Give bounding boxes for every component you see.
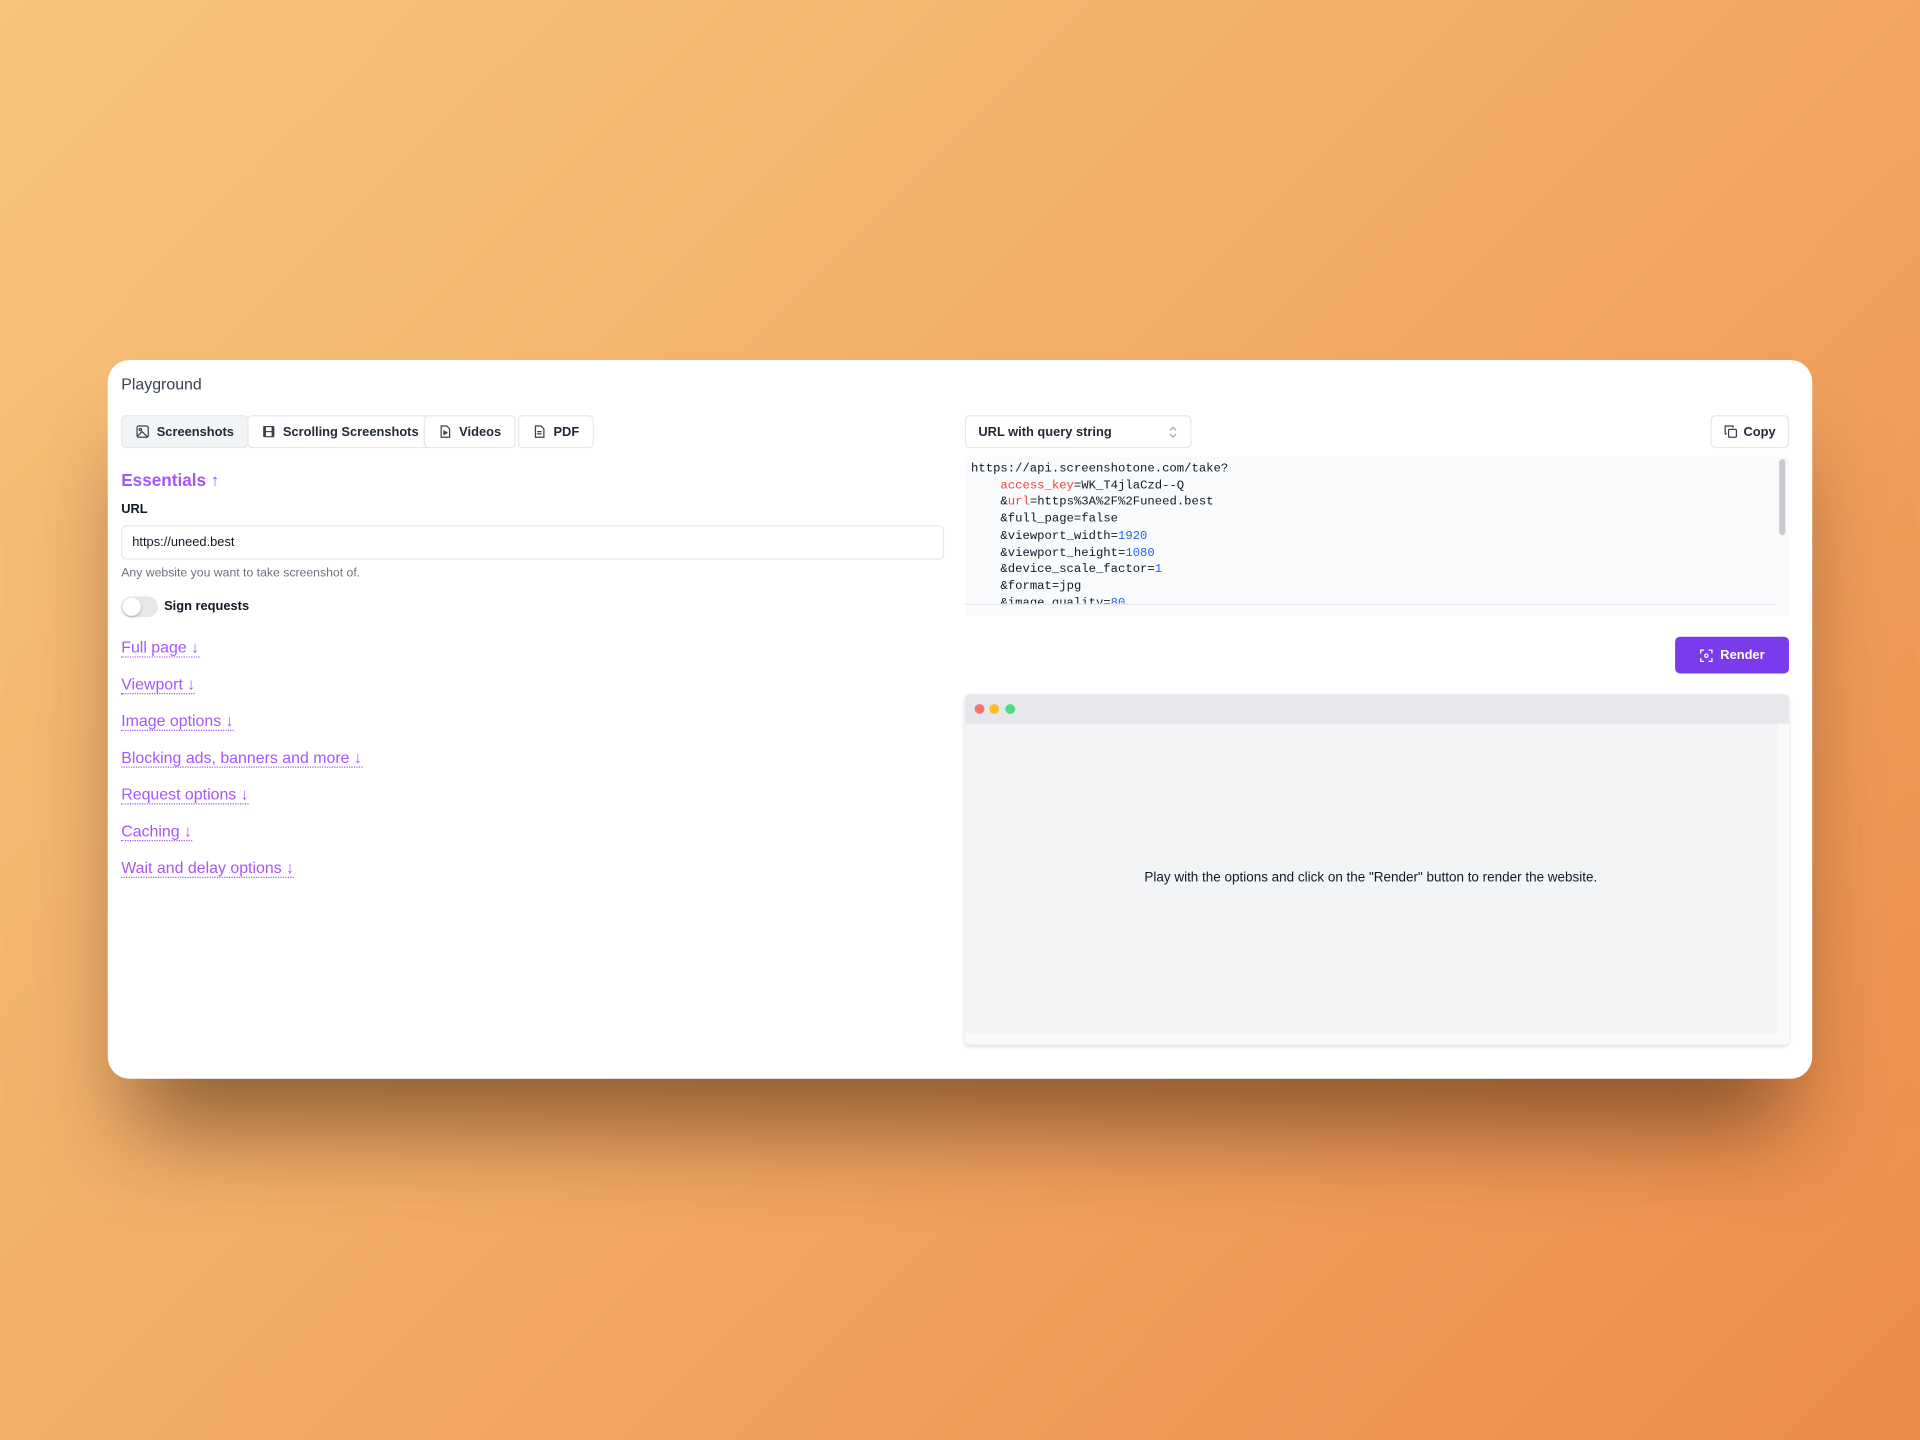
copy-icon: [1724, 425, 1737, 438]
param-value: https%3A%2F%2Funeed.best: [1037, 496, 1214, 510]
close-dot-icon: [974, 704, 985, 714]
param-key: access_key: [1000, 479, 1074, 494]
param-value: 80: [1111, 597, 1126, 604]
minimize-dot-icon: [989, 704, 1000, 714]
section-viewport[interactable]: Viewport ↓: [121, 674, 196, 695]
param-value: WK_T4jlaCzd--Q: [1081, 479, 1185, 494]
film-icon: [263, 426, 275, 438]
toggle-knob: [122, 597, 141, 616]
select-value: URL with query string: [978, 424, 1112, 439]
url-label: URL: [121, 502, 148, 517]
section-image-options[interactable]: Image options ↓: [121, 711, 234, 732]
copy-label: Copy: [1743, 424, 1776, 439]
render-button[interactable]: Render: [1675, 636, 1789, 674]
video-file-icon: [440, 425, 451, 438]
param-key: image_quality: [1008, 597, 1104, 604]
section-blocking[interactable]: Blocking ads, banners and more ↓: [121, 748, 362, 768]
essentials-heading[interactable]: Essentials ↑: [121, 470, 219, 490]
url-help-text: Any website you want to take screenshot …: [121, 566, 361, 581]
param-key: full_page: [1007, 513, 1074, 527]
document-icon: [534, 425, 545, 438]
section-label: Caching ↓: [121, 821, 193, 842]
code-divider: [964, 603, 1777, 605]
preview-scrollbar-horizontal: [964, 1033, 1789, 1045]
tab-label: Screenshots: [156, 424, 234, 439]
render-label: Render: [1720, 647, 1765, 663]
param-value: 1080: [1125, 546, 1155, 561]
section-label: Blocking ads, banners and more ↓: [121, 748, 362, 768]
sign-requests-label: Sign requests: [164, 598, 250, 614]
tab-scrolling-screenshots[interactable]: Scrolling Screenshots: [247, 415, 434, 449]
copy-button[interactable]: Copy: [1710, 415, 1789, 449]
code-base-url: https://api.screenshotone.com/take?: [971, 462, 1229, 477]
param-key: viewport_width: [1007, 529, 1111, 544]
playground-card: Playground Screenshots Scrolling Screens…: [107, 360, 1813, 1079]
param-key: device_scale_factor: [1007, 563, 1148, 578]
section-full-page[interactable]: Full page ↓: [121, 637, 200, 658]
image-icon: [136, 425, 149, 438]
section-request-options[interactable]: Request options ↓: [121, 784, 249, 805]
section-caching[interactable]: Caching ↓: [121, 821, 193, 842]
focus-icon: [1699, 648, 1713, 662]
preview-message: Play with the options and click on the "…: [1144, 870, 1598, 886]
preview-titlebar: [964, 694, 1789, 724]
param-key: url: [1007, 496, 1030, 510]
tab-screenshots[interactable]: Screenshots: [121, 415, 249, 449]
tab-videos[interactable]: Videos: [423, 415, 516, 449]
code-scrollbar[interactable]: [1779, 459, 1786, 536]
section-label: Full page ↓: [121, 637, 200, 658]
param-value: jpg: [1059, 580, 1082, 594]
param-key: format: [1007, 580, 1052, 594]
tab-label: PDF: [553, 424, 580, 439]
tab-label: Videos: [459, 424, 502, 439]
section-label: Request options ↓: [121, 784, 249, 805]
param-value: 1920: [1118, 529, 1148, 544]
section-wait-delay[interactable]: Wait and delay options ↓: [121, 858, 295, 878]
sign-requests-toggle[interactable]: [121, 596, 158, 618]
tab-pdf[interactable]: PDF: [517, 415, 594, 449]
param-key: viewport_height: [1007, 546, 1118, 561]
section-label: Wait and delay options ↓: [121, 858, 295, 878]
chevron-up-down-icon: [1169, 425, 1177, 438]
param-value: 1: [1154, 563, 1163, 578]
page-title: Playground: [121, 374, 202, 394]
code-block[interactable]: https://api.screenshotone.com/take? acce…: [964, 456, 1789, 616]
api-url-code: https://api.screenshotone.com/take? acce…: [971, 462, 1773, 604]
url-input[interactable]: [121, 525, 945, 560]
preview-window: Play with the options and click on the "…: [964, 694, 1789, 1045]
section-label: Image options ↓: [121, 711, 234, 732]
code-format-select[interactable]: URL with query string: [964, 415, 1192, 449]
preview-scrollbar-track: [1777, 723, 1789, 1045]
maximize-dot-icon: [1005, 704, 1016, 714]
section-label: Viewport ↓: [121, 674, 196, 695]
tab-label: Scrolling Screenshots: [282, 424, 419, 439]
param-value: false: [1081, 513, 1119, 527]
